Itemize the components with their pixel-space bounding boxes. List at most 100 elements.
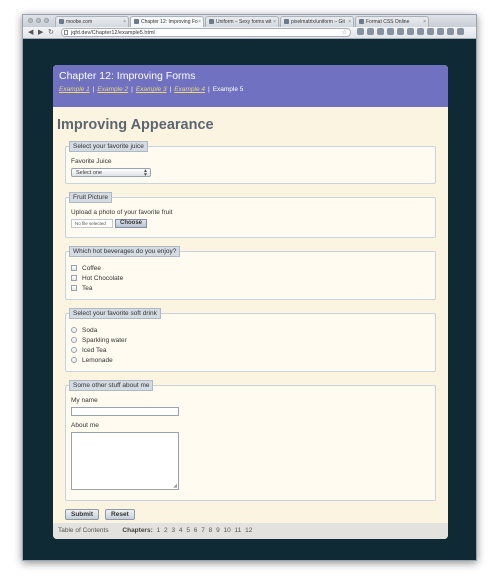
browser-tab[interactable]: pixelmatrix/uniform – Git × — [280, 16, 354, 27]
page-icon — [64, 30, 68, 35]
checkbox[interactable] — [71, 275, 77, 281]
radio-button[interactable] — [71, 357, 77, 363]
checkbox-option[interactable]: Hot Chocolate — [71, 273, 430, 283]
picture-fieldset: Fruit Picture Upload a photo of your fav… — [65, 192, 436, 238]
extension-icon[interactable] — [407, 28, 414, 35]
radio-option[interactable]: Sparkling water — [71, 335, 430, 345]
extension-icon[interactable] — [377, 28, 384, 35]
checkbox-option[interactable]: Tea — [71, 283, 430, 293]
chapter-link[interactable]: 9 — [216, 527, 220, 534]
choose-file-button[interactable]: Choose — [115, 219, 148, 228]
reset-button[interactable]: Reset — [105, 509, 135, 520]
crumb-link[interactable]: Example 4 — [174, 86, 205, 93]
extension-icons — [357, 28, 464, 35]
url-text: jqfd.dev/Chapter12/example5.html — [71, 30, 155, 36]
close-tab-icon[interactable]: × — [273, 17, 276, 27]
page-title: Improving Appearance — [57, 117, 214, 133]
checkbox[interactable] — [71, 285, 77, 291]
bookmark-star-icon[interactable]: ☆ — [342, 29, 347, 37]
extension-icon[interactable] — [387, 28, 394, 35]
juice-select[interactable]: Select one ▲ ▼ — [71, 168, 151, 178]
zoom-window-button[interactable] — [44, 18, 49, 23]
extension-icon[interactable] — [367, 28, 374, 35]
close-window-button[interactable] — [28, 18, 33, 23]
file-status: No file selected — [71, 219, 113, 228]
extension-icon[interactable] — [437, 28, 444, 35]
hot-beverages-fieldset: Which hot beverages do you enjoy? Coffee… — [65, 246, 436, 300]
browser-window: moobe.com × Chapter 12: Improving Fo × Uni… — [22, 14, 477, 561]
chapter-title: Chapter 12: Improving Forms — [59, 70, 196, 82]
radio-option[interactable]: Soda — [71, 325, 430, 335]
fieldset-legend: Which hot beverages do you enjoy? — [69, 246, 181, 257]
extension-icon[interactable] — [417, 28, 424, 35]
wrench-menu-icon[interactable] — [457, 28, 464, 35]
checkbox[interactable] — [71, 265, 77, 271]
chapter-link[interactable]: 5 — [186, 527, 190, 534]
chapter-link[interactable]: 1 — [157, 527, 161, 534]
browser-tab-active[interactable]: Chapter 12: Improving Fo × — [130, 16, 204, 27]
chapters-label: Chapters: — [122, 527, 153, 534]
extension-icon[interactable] — [397, 28, 404, 35]
favicon-icon — [134, 19, 139, 24]
about-textarea[interactable]: ◢ — [71, 432, 179, 490]
radio-button[interactable] — [71, 337, 77, 343]
address-bar[interactable]: jqfd.dev/Chapter12/example5.html ☆ — [61, 28, 351, 37]
resize-grip-icon[interactable]: ◢ — [173, 484, 177, 489]
tab-bar: moobe.com × Chapter 12: Improving Fo × Uni… — [23, 15, 476, 27]
crumb-current: Example 5 — [212, 86, 244, 93]
close-tab-icon[interactable]: × — [198, 17, 201, 27]
chapter-link[interactable]: 4 — [179, 527, 183, 534]
field-label: About me — [71, 422, 99, 429]
extension-icon[interactable] — [427, 28, 434, 35]
radio-option[interactable]: Lemonade — [71, 355, 430, 365]
toc-link[interactable]: Table of Contents — [58, 527, 109, 534]
favicon-icon — [359, 19, 364, 24]
select-arrows-icon: ▲ ▼ — [143, 168, 148, 178]
browser-tab[interactable]: moobe.com × — [55, 16, 129, 27]
chapter-link[interactable]: 11 — [235, 527, 242, 534]
field-label: Upload a photo of your favorite fruit — [71, 209, 173, 216]
page-container: Chapter 12: Improving Forms Example 1 | Ex… — [53, 65, 448, 539]
favicon-icon — [59, 19, 64, 24]
breadcrumb: Example 1 | Example 2 | Example 3 | Example 4 |… — [59, 86, 244, 93]
close-tab-icon[interactable]: × — [348, 17, 351, 27]
chapter-link[interactable]: 3 — [171, 527, 175, 534]
radio-option[interactable]: Iced Tea — [71, 345, 430, 355]
chapter-link[interactable]: 7 — [201, 527, 205, 534]
window-controls — [28, 18, 49, 23]
reload-icon[interactable]: ↻ — [48, 28, 54, 37]
crumb-link[interactable]: Example 2 — [97, 86, 128, 93]
chapter-link[interactable]: 10 — [224, 527, 231, 534]
chapter-link[interactable]: 8 — [209, 527, 213, 534]
main-content: Improving Appearance Select your favorit… — [53, 107, 448, 520]
fieldset-legend: Fruit Picture — [69, 192, 113, 203]
browser-tab[interactable]: Uniform – Sexy forms wit × — [205, 16, 279, 27]
form-actions: Submit Reset — [65, 509, 444, 520]
chapter-link[interactable]: 2 — [164, 527, 168, 534]
fieldset-legend: Some other stuff about me — [69, 380, 154, 391]
chapter-link[interactable]: 6 — [194, 527, 198, 534]
name-input[interactable] — [71, 407, 179, 416]
soft-drink-fieldset: Select your favorite soft drink Soda Spa… — [65, 308, 436, 372]
file-upload[interactable]: No file selected Choose — [71, 219, 430, 228]
close-tab-icon[interactable]: × — [423, 17, 426, 27]
checkbox-option[interactable]: Coffee — [71, 263, 430, 273]
header-banner: Chapter 12: Improving Forms Example 1 | Ex… — [53, 65, 448, 107]
chapter-link[interactable]: 12 — [245, 527, 252, 534]
field-label: My name — [71, 397, 98, 404]
back-arrow-icon[interactable]: ◀ — [28, 28, 33, 37]
radio-button[interactable] — [71, 327, 77, 333]
minimize-window-button[interactable] — [36, 18, 41, 23]
field-label: Favorite Juice — [71, 158, 112, 165]
crumb-link[interactable]: Example 1 — [59, 86, 90, 93]
browser-tab[interactable]: Format CSS Online × — [355, 16, 429, 27]
fieldset-legend: Select your favorite soft drink — [69, 308, 161, 319]
extension-icon[interactable] — [357, 28, 364, 35]
close-tab-icon[interactable]: × — [123, 17, 126, 27]
footer-nav: Table of Contents Chapters: 1 2 3 4 5 6 … — [53, 523, 448, 539]
forward-arrow-icon[interactable]: ▶ — [38, 28, 43, 37]
extension-icon[interactable] — [447, 28, 454, 35]
crumb-link[interactable]: Example 3 — [136, 86, 167, 93]
submit-button[interactable]: Submit — [65, 509, 100, 520]
radio-button[interactable] — [71, 347, 77, 353]
